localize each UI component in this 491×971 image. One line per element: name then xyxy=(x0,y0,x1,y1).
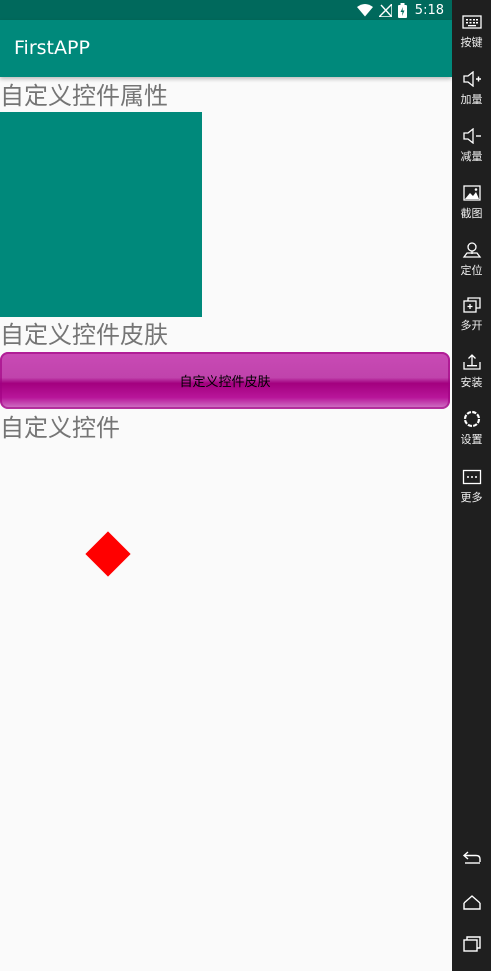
app-bar: FirstAPP xyxy=(0,20,452,77)
back-icon xyxy=(462,849,482,869)
section-label-custom-skin: 自定义控件皮肤 xyxy=(0,321,168,349)
tool-location[interactable]: 定位 xyxy=(452,241,491,278)
status-bar: 5:18 xyxy=(0,0,452,20)
recents-icon xyxy=(462,936,482,956)
tool-label-location: 定位 xyxy=(460,264,483,277)
tool-label-multi-open: 多开 xyxy=(460,319,483,332)
status-time: 5:18 xyxy=(414,2,444,18)
tool-label-volume-up: 加量 xyxy=(460,93,483,106)
tool-label-screenshot: 截图 xyxy=(460,207,483,220)
tool-more[interactable]: 更多 xyxy=(452,469,491,505)
no-signal-icon xyxy=(378,3,392,17)
tool-volume-down[interactable]: 减量 xyxy=(452,128,491,164)
tool-label-volume-down: 减量 xyxy=(460,150,483,163)
location-icon xyxy=(452,241,491,258)
tool-label-install: 安装 xyxy=(460,376,483,389)
more-icon xyxy=(452,469,491,485)
status-icons: 5:18 xyxy=(356,0,444,20)
tool-keyboard[interactable]: 按键 xyxy=(452,14,491,50)
app-screen: 5:18 FirstAPP 自定义控件属性 自定义控件皮肤 自定义控件皮肤 自定… xyxy=(0,0,452,971)
nav-recents-button[interactable] xyxy=(452,936,491,956)
keyboard-icon xyxy=(452,14,491,30)
tool-label-settings: 设置 xyxy=(460,433,483,446)
tool-multi-open[interactable]: 多开 xyxy=(452,297,491,333)
screenshot-icon xyxy=(452,185,491,201)
tool-install[interactable]: 安装 xyxy=(452,354,491,390)
nav-back-button[interactable] xyxy=(452,849,491,869)
volume-down-icon xyxy=(452,128,491,144)
tool-label-more: 更多 xyxy=(460,491,483,504)
emulator-side-toolbar: 按键 加量 减量 截图 定位 多开 安装 设置 更多 xyxy=(452,0,491,971)
home-icon xyxy=(462,894,482,914)
multi-open-icon xyxy=(452,297,491,313)
app-title: FirstAPP xyxy=(14,37,90,59)
volume-up-icon xyxy=(452,71,491,87)
section-label-custom-attributes: 自定义控件属性 xyxy=(0,82,168,110)
custom-skin-button[interactable]: 自定义控件皮肤 xyxy=(0,352,450,409)
settings-icon xyxy=(452,409,491,429)
wifi-icon xyxy=(356,3,373,17)
custom-view-diamond xyxy=(85,531,131,577)
nav-home-button[interactable] xyxy=(452,894,491,914)
tool-settings[interactable]: 设置 xyxy=(452,409,491,447)
tool-label-keyboard: 按键 xyxy=(460,36,483,49)
custom-attribute-view xyxy=(0,112,202,317)
tool-screenshot[interactable]: 截图 xyxy=(452,185,491,221)
install-icon xyxy=(452,354,491,370)
battery-icon xyxy=(397,2,407,18)
tool-volume-up[interactable]: 加量 xyxy=(452,71,491,107)
section-label-custom-view: 自定义控件 xyxy=(0,414,120,442)
